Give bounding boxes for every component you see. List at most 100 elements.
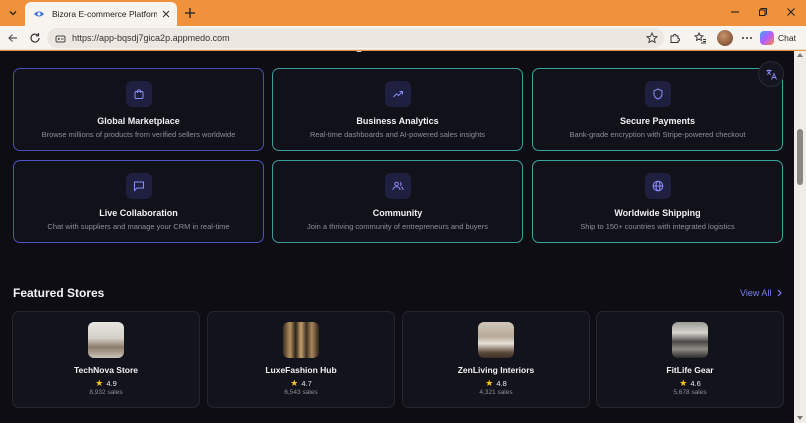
browser-toolbar: https://app-bqsdj7gica2p.appmedo.com Cha… (0, 26, 806, 50)
feature-card-live-collaboration: Live Collaboration Chat with suppliers a… (13, 160, 264, 243)
chat-label: Chat (778, 33, 796, 43)
feature-card-global-marketplace: Global Marketplace Browse millions of pr… (13, 68, 264, 151)
copilot-icon (760, 31, 774, 45)
store-rating: ★ 4.6 (597, 378, 783, 389)
store-rating: ★ 4.7 (208, 378, 394, 389)
favorites-list-icon (693, 32, 706, 44)
scrollbar-thumb[interactable] (797, 129, 803, 185)
chevron-right-icon (777, 289, 783, 297)
address-bar[interactable]: https://app-bqsdj7gica2p.appmedo.com (47, 28, 664, 48)
feature-title: Business Analytics (356, 116, 439, 126)
trending-up-icon (385, 81, 411, 107)
feature-title: Secure Payments (619, 116, 696, 126)
feature-description: Ship to 150+ countries with integrated l… (580, 222, 735, 231)
feature-description: Join a thriving community of entrepreneu… (307, 222, 488, 231)
close-icon (162, 10, 170, 18)
star-outline-icon (646, 32, 658, 44)
store-card-luxefashion[interactable]: LuxeFashion Hub ★ 4.7 6,543 sales (207, 311, 395, 408)
new-tab-button[interactable] (180, 3, 200, 23)
store-sales: 8,932 sales (89, 389, 123, 396)
featured-stores-heading: Featured Stores (13, 286, 105, 300)
page-scrollbar[interactable] (794, 51, 806, 423)
feature-card-worldwide-shipping: Worldwide Shipping Ship to 150+ countrie… (532, 160, 783, 243)
store-name: TechNova Store (73, 365, 139, 375)
tab-title: Bizora E-commerce Platform (52, 9, 157, 19)
store-name: FitLife Gear (666, 365, 714, 375)
reload-button[interactable] (25, 28, 45, 48)
translate-button[interactable] (758, 61, 784, 87)
feature-title: Worldwide Shipping (614, 208, 701, 218)
site-favicon-icon (34, 11, 44, 17)
browser-tab-bar: Bizora E-commerce Platform (0, 0, 806, 26)
feature-card-business-analytics: Business Analytics Real-time dashboards … (272, 68, 523, 151)
minimize-icon (731, 11, 739, 13)
feature-description: Browse millions of products from verifie… (41, 130, 236, 139)
favorites-button[interactable] (690, 28, 710, 48)
store-card-zenliving[interactable]: ZenLiving Interiors ★ 4.8 4,321 sales (402, 311, 590, 408)
restore-button[interactable] (748, 0, 778, 24)
star-icon: ★ (485, 378, 494, 388)
store-rating: ★ 4.8 (403, 378, 589, 389)
globe-icon (645, 173, 671, 199)
store-sales: 6,543 sales (284, 389, 318, 396)
scroll-up-icon[interactable] (797, 53, 803, 57)
extensions-button[interactable] (665, 28, 685, 48)
star-icon: ★ (95, 378, 104, 388)
shopping-bag-icon (126, 81, 152, 107)
users-icon (385, 173, 411, 199)
browser-tab[interactable]: Bizora E-commerce Platform (25, 2, 177, 26)
feature-description: Real-time dashboards and AI-powered sale… (309, 130, 486, 139)
plus-icon (185, 8, 195, 18)
copilot-chat-button[interactable]: Chat (760, 29, 796, 47)
back-button[interactable] (3, 28, 23, 48)
store-name: LuxeFashion Hub (265, 365, 337, 375)
feature-title: Live Collaboration (99, 208, 178, 218)
store-sales: 5,678 sales (673, 389, 707, 396)
rating-value: 4.6 (690, 379, 701, 388)
tab-actions-menu-button[interactable] (3, 3, 23, 23)
rating-value: 4.8 (496, 379, 507, 388)
minimize-button[interactable] (720, 0, 750, 24)
view-all-label: View All (740, 288, 772, 298)
arrow-left-icon (8, 34, 17, 42)
rating-value: 4.7 (301, 379, 312, 388)
feature-title: Community (372, 208, 423, 218)
message-square-icon (126, 173, 152, 199)
close-window-button[interactable] (776, 0, 806, 24)
cut-off-heading-fragment (356, 51, 362, 52)
close-tab-button[interactable] (157, 5, 175, 23)
star-icon: ★ (679, 378, 688, 388)
feature-card-secure-payments: Secure Payments Bank-grade encryption wi… (532, 68, 783, 151)
favorite-button[interactable] (644, 30, 660, 46)
store-name: ZenLiving Interiors (457, 365, 535, 375)
more-horizontal-icon (742, 37, 752, 39)
feature-description: Chat with suppliers and manage your CRM … (47, 222, 230, 231)
site-info-icon[interactable] (55, 33, 66, 44)
restore-icon (759, 8, 767, 16)
store-card-technova[interactable]: TechNova Store ★ 4.9 8,932 sales (12, 311, 200, 408)
translate-icon (766, 69, 777, 80)
settings-more-button[interactable] (737, 28, 757, 48)
rating-value: 4.9 (106, 379, 117, 388)
reload-icon (30, 33, 40, 43)
store-rating: ★ 4.9 (13, 378, 199, 389)
chevron-down-icon (9, 11, 17, 16)
store-image (478, 322, 514, 358)
star-icon: ★ (290, 378, 299, 388)
store-image (672, 322, 708, 358)
shield-icon (645, 81, 671, 107)
store-card-fitlife[interactable]: FitLife Gear ★ 4.6 5,678 sales (596, 311, 784, 408)
url-text[interactable]: https://app-bqsdj7gica2p.appmedo.com (72, 33, 230, 43)
puzzle-icon (670, 33, 681, 43)
scroll-down-icon[interactable] (797, 416, 803, 420)
store-image (88, 322, 124, 358)
profile-avatar[interactable] (717, 30, 733, 46)
store-sales: 4,321 sales (479, 389, 513, 396)
feature-description: Bank-grade encryption with Stripe-powere… (569, 130, 746, 139)
view-all-link[interactable]: View All (740, 288, 783, 298)
close-icon (787, 8, 795, 16)
page-viewport: Global Marketplace Browse millions of pr… (0, 51, 794, 423)
store-image (283, 322, 319, 358)
feature-card-community: Community Join a thriving community of e… (272, 160, 523, 243)
feature-title: Global Marketplace (97, 116, 180, 126)
